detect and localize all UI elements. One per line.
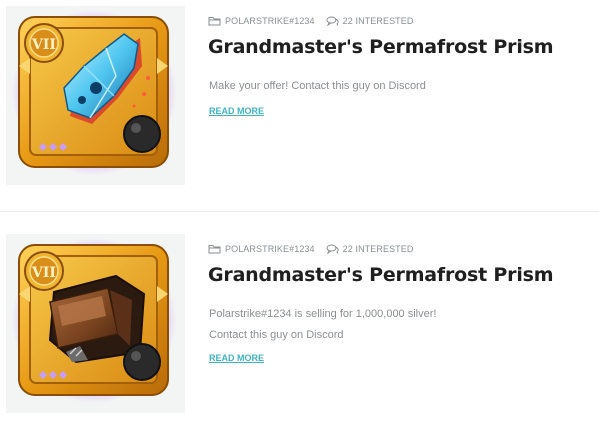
quality-orb-icon: [123, 343, 161, 381]
interested-count: 22 INTERESTED: [342, 16, 414, 26]
seller-name[interactable]: POLARSTRIKE#1234: [225, 16, 315, 26]
description-line: Polarstrike#1234 is selling for 1,000,00…: [209, 308, 437, 320]
interested-count: 22 INTERESTED: [342, 244, 414, 254]
listing-card: VII POLARSTRIKE#1234 22 INTERESTED Grand…: [0, 6, 599, 192]
read-more-link[interactable]: READ MORE: [209, 106, 264, 116]
listing-meta: POLARSTRIKE#1234 22 INTERESTED: [208, 242, 413, 256]
item-thumbnail[interactable]: VII: [6, 234, 185, 413]
comments-icon: [326, 244, 339, 254]
item-thumbnail[interactable]: VII: [6, 6, 185, 185]
listing-meta: POLARSTRIKE#1234 22 INTERESTED: [208, 14, 413, 28]
listing-description: Make your offer! Contact this guy on Dis…: [209, 76, 589, 97]
svg-text:VII: VII: [31, 37, 56, 53]
read-more-link[interactable]: READ MORE: [209, 353, 264, 363]
description-line: Contact this guy on Discord: [209, 329, 344, 341]
svg-text:VII: VII: [31, 265, 56, 281]
description-line: Make your offer! Contact this guy on Dis…: [209, 80, 426, 92]
seller-name[interactable]: POLARSTRIKE#1234: [225, 244, 315, 254]
listing-title[interactable]: Grandmaster's Permafrost Prism: [208, 36, 554, 58]
comments-icon: [326, 16, 339, 26]
divider: [0, 211, 599, 212]
enchant-dots-icon: [39, 371, 67, 379]
listing-card: VII POLARSTRIKE#1234 22 INTERESTED Grand…: [0, 234, 599, 420]
quality-orb-icon: [123, 115, 161, 153]
listing-description: Polarstrike#1234 is selling for 1,000,00…: [209, 304, 589, 346]
folder-icon: [208, 16, 221, 26]
listing-title[interactable]: Grandmaster's Permafrost Prism: [208, 264, 554, 286]
folder-icon: [208, 244, 221, 254]
enchant-dots-icon: [39, 143, 67, 151]
